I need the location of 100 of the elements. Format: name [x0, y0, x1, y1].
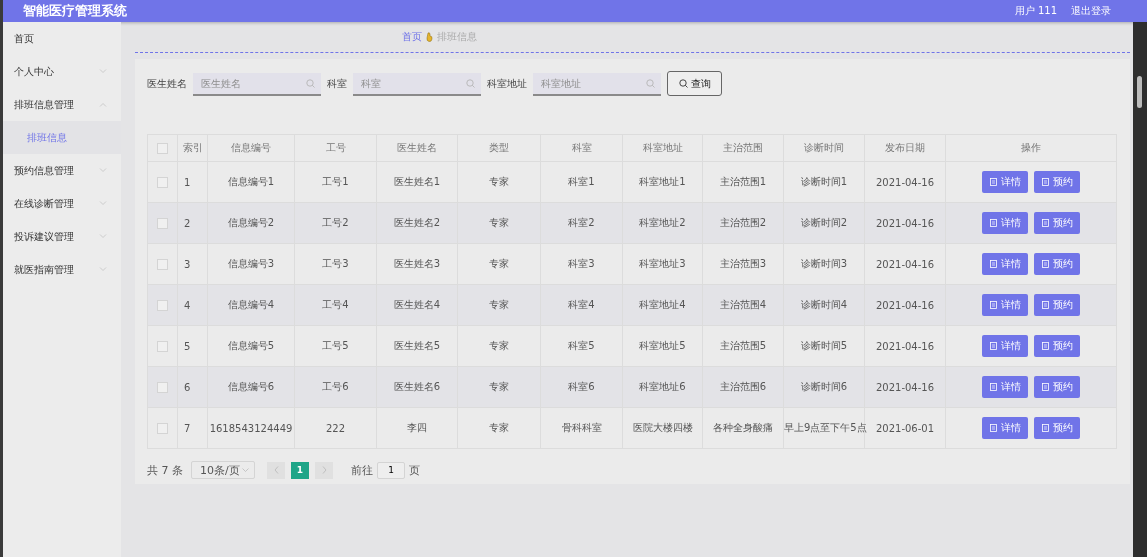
table-cell: 信息编号5 — [207, 325, 295, 367]
table-cell: 5 — [177, 325, 208, 367]
table-cell: 222 — [294, 407, 377, 449]
table-cell: 2021-04-16 — [864, 366, 946, 408]
action-button[interactable]: 详情 — [982, 335, 1028, 357]
table-cell: 专家 — [457, 284, 541, 326]
table-cell: 科室地址1 — [622, 161, 703, 203]
prev-page-button[interactable] — [267, 461, 285, 479]
row-checkbox[interactable] — [157, 340, 168, 352]
table-cell: 医生姓名4 — [376, 284, 458, 326]
document-icon — [989, 260, 997, 268]
menu-item[interactable]: 就医指南管理 — [3, 253, 121, 286]
search-icon — [466, 79, 475, 88]
action-button[interactable]: 详情 — [982, 376, 1028, 398]
table-cell: 医院大楼四楼 — [622, 407, 703, 449]
row-checkbox[interactable] — [157, 217, 168, 229]
column-header: 主治范围 — [702, 134, 784, 162]
menu-item[interactable]: 预约信息管理 — [3, 154, 121, 187]
table-cell: 医生姓名3 — [376, 243, 458, 285]
document-icon — [1041, 383, 1049, 391]
page-number[interactable]: 1 — [291, 461, 309, 479]
column-header: 操作 — [945, 134, 1117, 162]
table-cell: 骨科科室 — [540, 407, 623, 449]
hand-icon — [426, 32, 433, 42]
query-button[interactable]: 查询 — [667, 71, 722, 96]
table-cell: 科室5 — [540, 325, 623, 367]
search-field[interactable]: 科室 — [353, 73, 481, 96]
logout-link[interactable]: 退出登录 — [1071, 4, 1111, 18]
document-icon — [1041, 342, 1049, 350]
menu-item[interactable]: 首页 — [3, 22, 121, 55]
menu-item[interactable]: 在线诊断管理 — [3, 187, 121, 220]
table-cell: 诊断时间2 — [783, 202, 865, 244]
search-field[interactable]: 医生姓名 — [193, 73, 321, 96]
table-cell: 2021-04-16 — [864, 161, 946, 203]
chevron-left-icon — [273, 466, 279, 474]
document-icon — [989, 424, 997, 432]
action-button[interactable]: 预约 — [1034, 376, 1080, 398]
action-button[interactable]: 详情 — [982, 417, 1028, 439]
document-icon — [989, 219, 997, 227]
column-header: 诊断时间 — [783, 134, 865, 162]
scrollbar[interactable] — [1133, 22, 1147, 557]
column-header: 工号 — [294, 134, 377, 162]
row-checkbox[interactable] — [157, 258, 168, 270]
breadcrumb-item[interactable]: 首页 — [402, 30, 422, 44]
document-icon — [1041, 178, 1049, 186]
table-cell: 工号5 — [294, 325, 377, 367]
action-button[interactable]: 预约 — [1034, 335, 1080, 357]
action-button[interactable]: 预约 — [1034, 212, 1080, 234]
table-cell: 诊断时间4 — [783, 284, 865, 326]
page-size-select[interactable]: 10条/页 — [191, 461, 255, 479]
table-cell: 科室3 — [540, 243, 623, 285]
table-cell: 2021-04-16 — [864, 202, 946, 244]
search-icon — [678, 79, 688, 88]
menu-item[interactable]: 投诉建议管理 — [3, 220, 121, 253]
row-checkbox[interactable] — [157, 381, 168, 393]
app-title: 智能医疗管理系统 — [23, 2, 127, 20]
table-cell: 主治范围4 — [702, 284, 784, 326]
column-header: 科室地址 — [622, 134, 703, 162]
table-cell: 科室6 — [540, 366, 623, 408]
action-button[interactable]: 详情 — [982, 253, 1028, 275]
action-button[interactable]: 预约 — [1034, 294, 1080, 316]
search-icon — [306, 79, 315, 88]
document-icon — [1041, 260, 1049, 268]
select-all-checkbox[interactable] — [157, 142, 168, 154]
action-button[interactable]: 详情 — [982, 212, 1028, 234]
action-button[interactable]: 预约 — [1034, 417, 1080, 439]
action-button[interactable]: 预约 — [1034, 253, 1080, 275]
table-cell: 专家 — [457, 243, 541, 285]
next-page-button[interactable] — [315, 461, 333, 479]
action-button[interactable]: 详情 — [982, 171, 1028, 193]
table-cell: 7 — [177, 407, 208, 449]
column-header: 发布日期 — [864, 134, 946, 162]
column-header: 信息编号 — [207, 134, 295, 162]
table-cell: 科室地址3 — [622, 243, 703, 285]
search-field[interactable]: 科室地址 — [533, 73, 661, 96]
search-icon — [646, 79, 655, 88]
document-icon — [989, 301, 997, 309]
menu-item[interactable]: 个人中心 — [3, 55, 121, 88]
row-checkbox[interactable] — [157, 176, 168, 188]
row-checkbox[interactable] — [157, 422, 168, 434]
table-cell: 工号3 — [294, 243, 377, 285]
table-cell: 诊断时间5 — [783, 325, 865, 367]
table-cell: 专家 — [457, 325, 541, 367]
document-icon — [1041, 424, 1049, 432]
table-cell: 各种全身酸痛 — [702, 407, 784, 449]
menu-item[interactable]: 排班信息管理 — [3, 88, 121, 121]
table-cell: 专家 — [457, 161, 541, 203]
row-checkbox[interactable] — [157, 299, 168, 311]
column-header: 类型 — [457, 134, 541, 162]
table-cell: 工号2 — [294, 202, 377, 244]
column-header: 索引 — [177, 134, 208, 162]
table-cell: 专家 — [457, 202, 541, 244]
action-button[interactable]: 预约 — [1034, 171, 1080, 193]
submenu-item[interactable]: 排班信息 — [3, 121, 121, 154]
table-cell: 主治范围6 — [702, 366, 784, 408]
table-cell: 信息编号6 — [207, 366, 295, 408]
action-button[interactable]: 详情 — [982, 294, 1028, 316]
goto-page-field[interactable]: 1 — [377, 461, 405, 479]
field-label: 科室地址 — [487, 76, 527, 91]
table-cell: 专家 — [457, 366, 541, 408]
